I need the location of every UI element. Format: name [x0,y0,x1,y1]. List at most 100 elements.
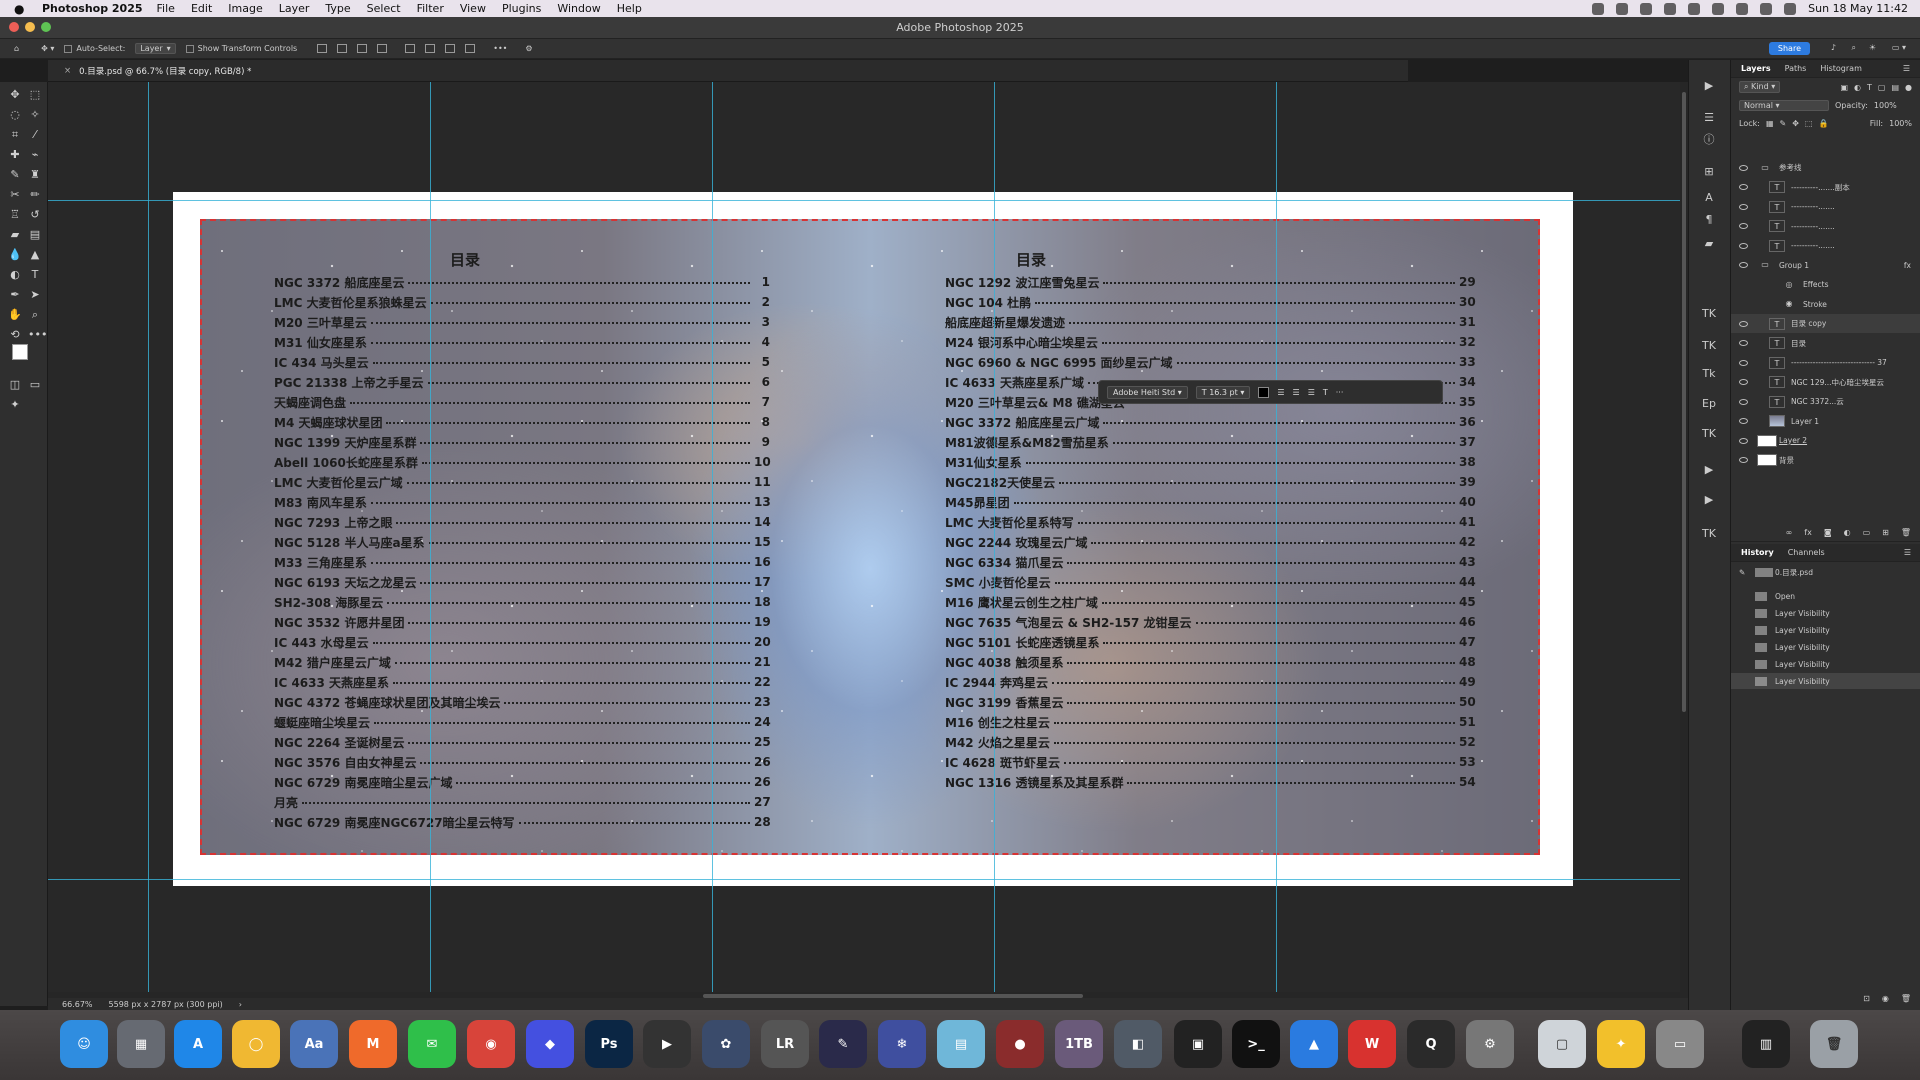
pen-tool-icon[interactable]: ✒ [8,288,22,302]
filter-smart-icon[interactable]: ▤ [1891,83,1899,92]
dock-quicktime-icon[interactable]: Q [1407,1020,1455,1068]
patch-tool-icon[interactable]: ⌁ [28,148,42,162]
tab-history[interactable]: History [1741,548,1774,557]
dock-terminal-icon[interactable]: >_ [1232,1020,1280,1068]
status-battery-icon[interactable] [1736,2,1749,15]
menu-image[interactable]: Image [228,2,262,15]
hand-tool-icon[interactable]: ✋ [8,308,22,322]
healing-brush-tool-icon[interactable]: ✚ [8,148,22,162]
more-text-options-icon[interactable]: ··· [1336,388,1344,397]
font-size-dropdown[interactable]: T 16.3 pt ▾ [1195,385,1251,399]
status-wechat-icon[interactable] [1712,2,1725,15]
warp-text-icon[interactable]: T [1323,388,1328,397]
layer-row[interactable]: T ----------....... [1731,217,1920,236]
menu-layer[interactable]: Layer [279,2,310,15]
guide-vertical-1[interactable] [148,82,149,1000]
layer-fx-icon[interactable]: fx [1804,528,1812,537]
wifi-icon[interactable] [1760,2,1773,15]
vertical-scrollbar[interactable] [1680,82,1688,992]
layer-row[interactable]: T 目录 [1731,334,1920,353]
visibility-eye-icon[interactable] [1739,262,1748,268]
dock-mweb-icon[interactable]: M [349,1020,397,1068]
filter-pixel-icon[interactable]: ▣ [1840,83,1848,92]
align-right-icon[interactable] [357,44,368,53]
visibility-eye-icon[interactable] [1739,320,1748,327]
dock-dictionary-icon[interactable]: Aa [290,1020,338,1068]
share-button[interactable]: Share [1768,42,1810,55]
history-snapshot[interactable]: ✎ 0.目录.psd [1731,564,1920,580]
tab-layers[interactable]: Layers [1741,64,1771,73]
close-tab-icon[interactable]: × [64,66,71,76]
text-color-swatch[interactable] [1258,386,1270,398]
more-options-icon[interactable]: ••• [493,44,507,53]
zoom-tool-icon[interactable]: ⌕ [28,308,42,322]
filter-toggle-icon[interactable]: ● [1905,83,1912,92]
dock-document-thumb-icon[interactable]: ▥ [1742,1020,1790,1068]
visibility-eye-icon[interactable] [1739,340,1748,346]
menu-view[interactable]: View [460,2,486,15]
dock-snow-app-icon[interactable]: ❄ [878,1020,926,1068]
zoom-window-button[interactable] [41,22,51,32]
edit-toolbar-icon[interactable]: ••• [28,328,47,342]
lock-transparency-icon[interactable]: ▦ [1766,119,1774,128]
libraries-icon[interactable]: ⊞ [1701,164,1717,180]
dock-screen-app-icon[interactable]: ▣ [1174,1020,1222,1068]
zoom-level[interactable]: 66.67% [62,1000,93,1009]
dock-remote-app-icon[interactable]: ▭ [1656,1020,1704,1068]
menu-plugins[interactable]: Plugins [502,2,541,15]
visibility-eye-icon[interactable] [1739,437,1748,444]
delete-state-icon[interactable]: 🗑 [1901,994,1911,1003]
dock-baidu-disk-icon[interactable]: 1TB [1055,1020,1103,1068]
lock-all-icon[interactable]: 🔒 [1818,119,1828,128]
dock-cloud-app-icon[interactable]: ▲ [1290,1020,1338,1068]
dock-preview-app-icon[interactable]: ▢ [1538,1020,1586,1068]
dock-files-app-icon[interactable]: ▤ [937,1020,985,1068]
tk-ma2-panel-icon[interactable]: TK [1701,426,1717,442]
layer-row[interactable]: Layer 2 [1731,431,1920,450]
status-media-icon[interactable] [1688,2,1701,15]
dock-photoshop-icon[interactable]: Ps [585,1020,633,1068]
layer-row[interactable]: Layer 1 [1731,412,1920,431]
document-canvas[interactable]: 目录 目录 NGC 3372 船底座星云 1 LMC 大麦哲伦星系狼蛛星云 2 M20 … [48,82,1688,1000]
brush-tool-icon[interactable]: ✎ [8,168,22,182]
dock-final-cut-icon[interactable]: ▶ [643,1020,691,1068]
guide-vertical-2[interactable] [430,82,431,1000]
home-icon[interactable]: ⌂ [14,44,19,53]
menu-filter[interactable]: Filter [417,2,444,15]
layer-row[interactable]: ◉ Stroke [1731,295,1920,314]
dock-launchpad-icon[interactable]: ▦ [117,1020,165,1068]
dock-pixelmator-icon[interactable]: ✎ [819,1020,867,1068]
distribute-h-icon[interactable] [377,44,388,53]
font-family-dropdown[interactable]: Adobe Heiti Std ▾ [1107,385,1188,399]
layer-kind-dropdown[interactable]: ⌕ Kind ▾ [1739,81,1781,93]
visibility-eye-icon[interactable] [1739,398,1748,405]
delete-layer-icon[interactable]: 🗑 [1901,528,1911,537]
ep-panel-icon[interactable]: Ep [1701,396,1717,412]
search-icon[interactable]: ⌕ [1852,43,1856,53]
layer-row[interactable]: ◎ Effects [1731,275,1920,294]
auto-select-toggle[interactable]: Auto-Select: [64,44,125,53]
layer-row[interactable]: 背景 [1731,451,1920,470]
clone-stamp-tool-icon[interactable]: ♜ [28,168,42,182]
filter-adjustment-icon[interactable]: ◐ [1854,83,1861,92]
brushes-icon[interactable]: ▰ [1701,236,1717,252]
visibility-eye-icon[interactable] [1739,418,1748,424]
paragraph-icon[interactable]: ¶ [1701,212,1717,228]
tk-ma-panel-icon[interactable]: TK [1701,306,1717,322]
vertical-scroll-thumb[interactable] [1682,92,1686,712]
align-left-icon[interactable] [317,44,328,53]
guide-vertical-4[interactable] [994,82,995,1000]
document-tab[interactable]: × 0.目录.psd @ 66.7% (目录 copy, RGB/8) * [58,62,257,80]
visibility-eye-icon[interactable] [1739,457,1748,463]
dock-davinci-icon[interactable]: ✿ [702,1020,750,1068]
settings-gear-icon[interactable]: ⚙ [525,44,532,53]
move-tool-icon[interactable]: ✥ [8,88,22,102]
tk-co-panel-icon[interactable]: TK [1701,338,1717,354]
layer-row[interactable]: T ----------....... [1731,236,1920,255]
discover-icon[interactable]: ☀ [1869,43,1876,52]
crop-tool-icon[interactable]: ⌗ [8,128,22,142]
new-snapshot-icon[interactable]: ◉ [1882,994,1889,1003]
new-document-from-state-icon[interactable]: ⊡ [1863,994,1870,1003]
sharpen-tool-icon[interactable]: ▲ [28,248,42,262]
guide-horizontal-2[interactable] [48,879,1688,880]
